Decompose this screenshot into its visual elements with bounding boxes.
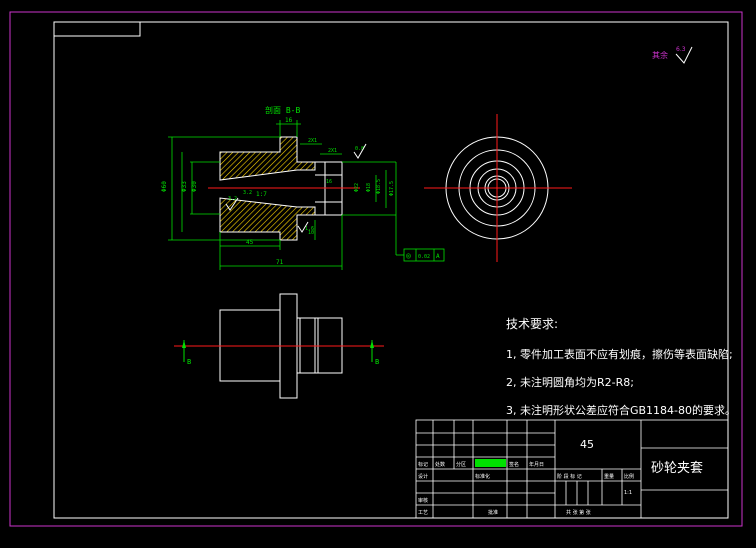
tolerance-symbol: ◎: [406, 251, 411, 260]
dim-bore-dia: Φ30: [191, 181, 198, 192]
tb-stage: 阶 段 标 记: [557, 473, 582, 480]
section-marker-right: B: [370, 340, 379, 366]
front-view: B B: [174, 293, 384, 399]
tb-scale-label: 比例: [624, 473, 634, 480]
tech-req-item-3: 3, 未注明形状公差应符合GB1184-80的要求。: [506, 403, 736, 417]
dim-chamfer-2: 2X1: [328, 148, 337, 154]
dim-taper: 1:7: [256, 191, 267, 198]
dim-outer-dia: Φ60: [161, 181, 168, 192]
section-marker-left-label: B: [187, 358, 191, 366]
dim-len-45: 45: [246, 239, 254, 246]
title-block-text: 标记 处数 分区 签名 年月日 设计 标准化 审核 工艺 批准 阶 段 标 记 …: [418, 438, 703, 516]
tb-process: 工艺: [418, 510, 428, 516]
tech-req-title: 技术要求:: [506, 317, 558, 331]
tb-date: 年月日: [529, 461, 544, 468]
dim-inner-len: 16: [326, 179, 332, 185]
title-block-highlight: [475, 459, 506, 467]
tb-zone: 分区: [456, 461, 466, 468]
code-box: [53, 21, 141, 37]
section-view: 剖面 B-B Φ60 Φ33 Φ30 16 2X1 2X1 16 Φ22 Φ18…: [161, 105, 445, 270]
tech-req-item-2: 2, 未注明圆角均为R2-R8;: [506, 375, 634, 389]
tb-sign: 签名: [509, 461, 519, 468]
tech-req-item-1: 1, 零件加工表面不应有划痕，擦伤等表面缺陷;: [506, 347, 733, 361]
drawing-border: [53, 21, 729, 519]
roughness-2: 3.2: [243, 190, 252, 196]
outer-border: [9, 11, 743, 527]
section-marker-left: B: [182, 340, 191, 366]
dim-small-1: Φ22: [354, 183, 360, 192]
section-label: 剖面 B-B: [265, 105, 300, 115]
dim-spindle: Φ17.5: [389, 181, 395, 196]
tb-scale: 1:1: [624, 490, 632, 496]
tech-requirements: 技术要求: 1, 零件加工表面不应有划痕，擦伤等表面缺陷; 2, 未注明圆角均为…: [506, 317, 736, 417]
tb-design: 设计: [418, 473, 428, 480]
section-hatch-upper: [219, 136, 316, 181]
dim-mid-dia: Φ33: [181, 181, 188, 192]
tb-mark: 标记: [418, 461, 428, 468]
dim-top-width: 16: [285, 117, 293, 124]
dim-len-71: 71: [276, 259, 284, 266]
tb-sheets: 共 张 第 张: [566, 509, 591, 516]
tb-standard: 标准化: [475, 473, 490, 480]
dim-small-2: Φ18: [366, 183, 372, 192]
roughness-3: 1.6: [305, 226, 314, 232]
tb-material: 45: [580, 438, 594, 451]
tolerance-datum: A: [436, 253, 440, 260]
drawing-canvas: 其余 6.3 剖面 B-B Φ60 Φ33 Φ30 16 2X1 2X1 16 …: [9, 11, 743, 527]
tb-weight: 重量: [604, 473, 614, 480]
surface-note-value: 6.3: [676, 46, 686, 53]
end-view: [424, 114, 572, 262]
tb-count: 处数: [435, 461, 445, 468]
tb-approve: 批准: [488, 509, 498, 516]
dim-chamfer-1: 2X1: [308, 138, 317, 144]
section-marker-right-label: B: [375, 358, 379, 366]
tb-part-name: 砂轮夹套: [651, 460, 703, 476]
dim-small-3: Φ18.5: [376, 179, 382, 194]
surface-note: 其余 6.3: [652, 46, 693, 64]
surface-note-label: 其余: [652, 50, 668, 60]
tolerance-value: 0.02: [418, 254, 430, 260]
tb-check: 审核: [418, 497, 428, 504]
